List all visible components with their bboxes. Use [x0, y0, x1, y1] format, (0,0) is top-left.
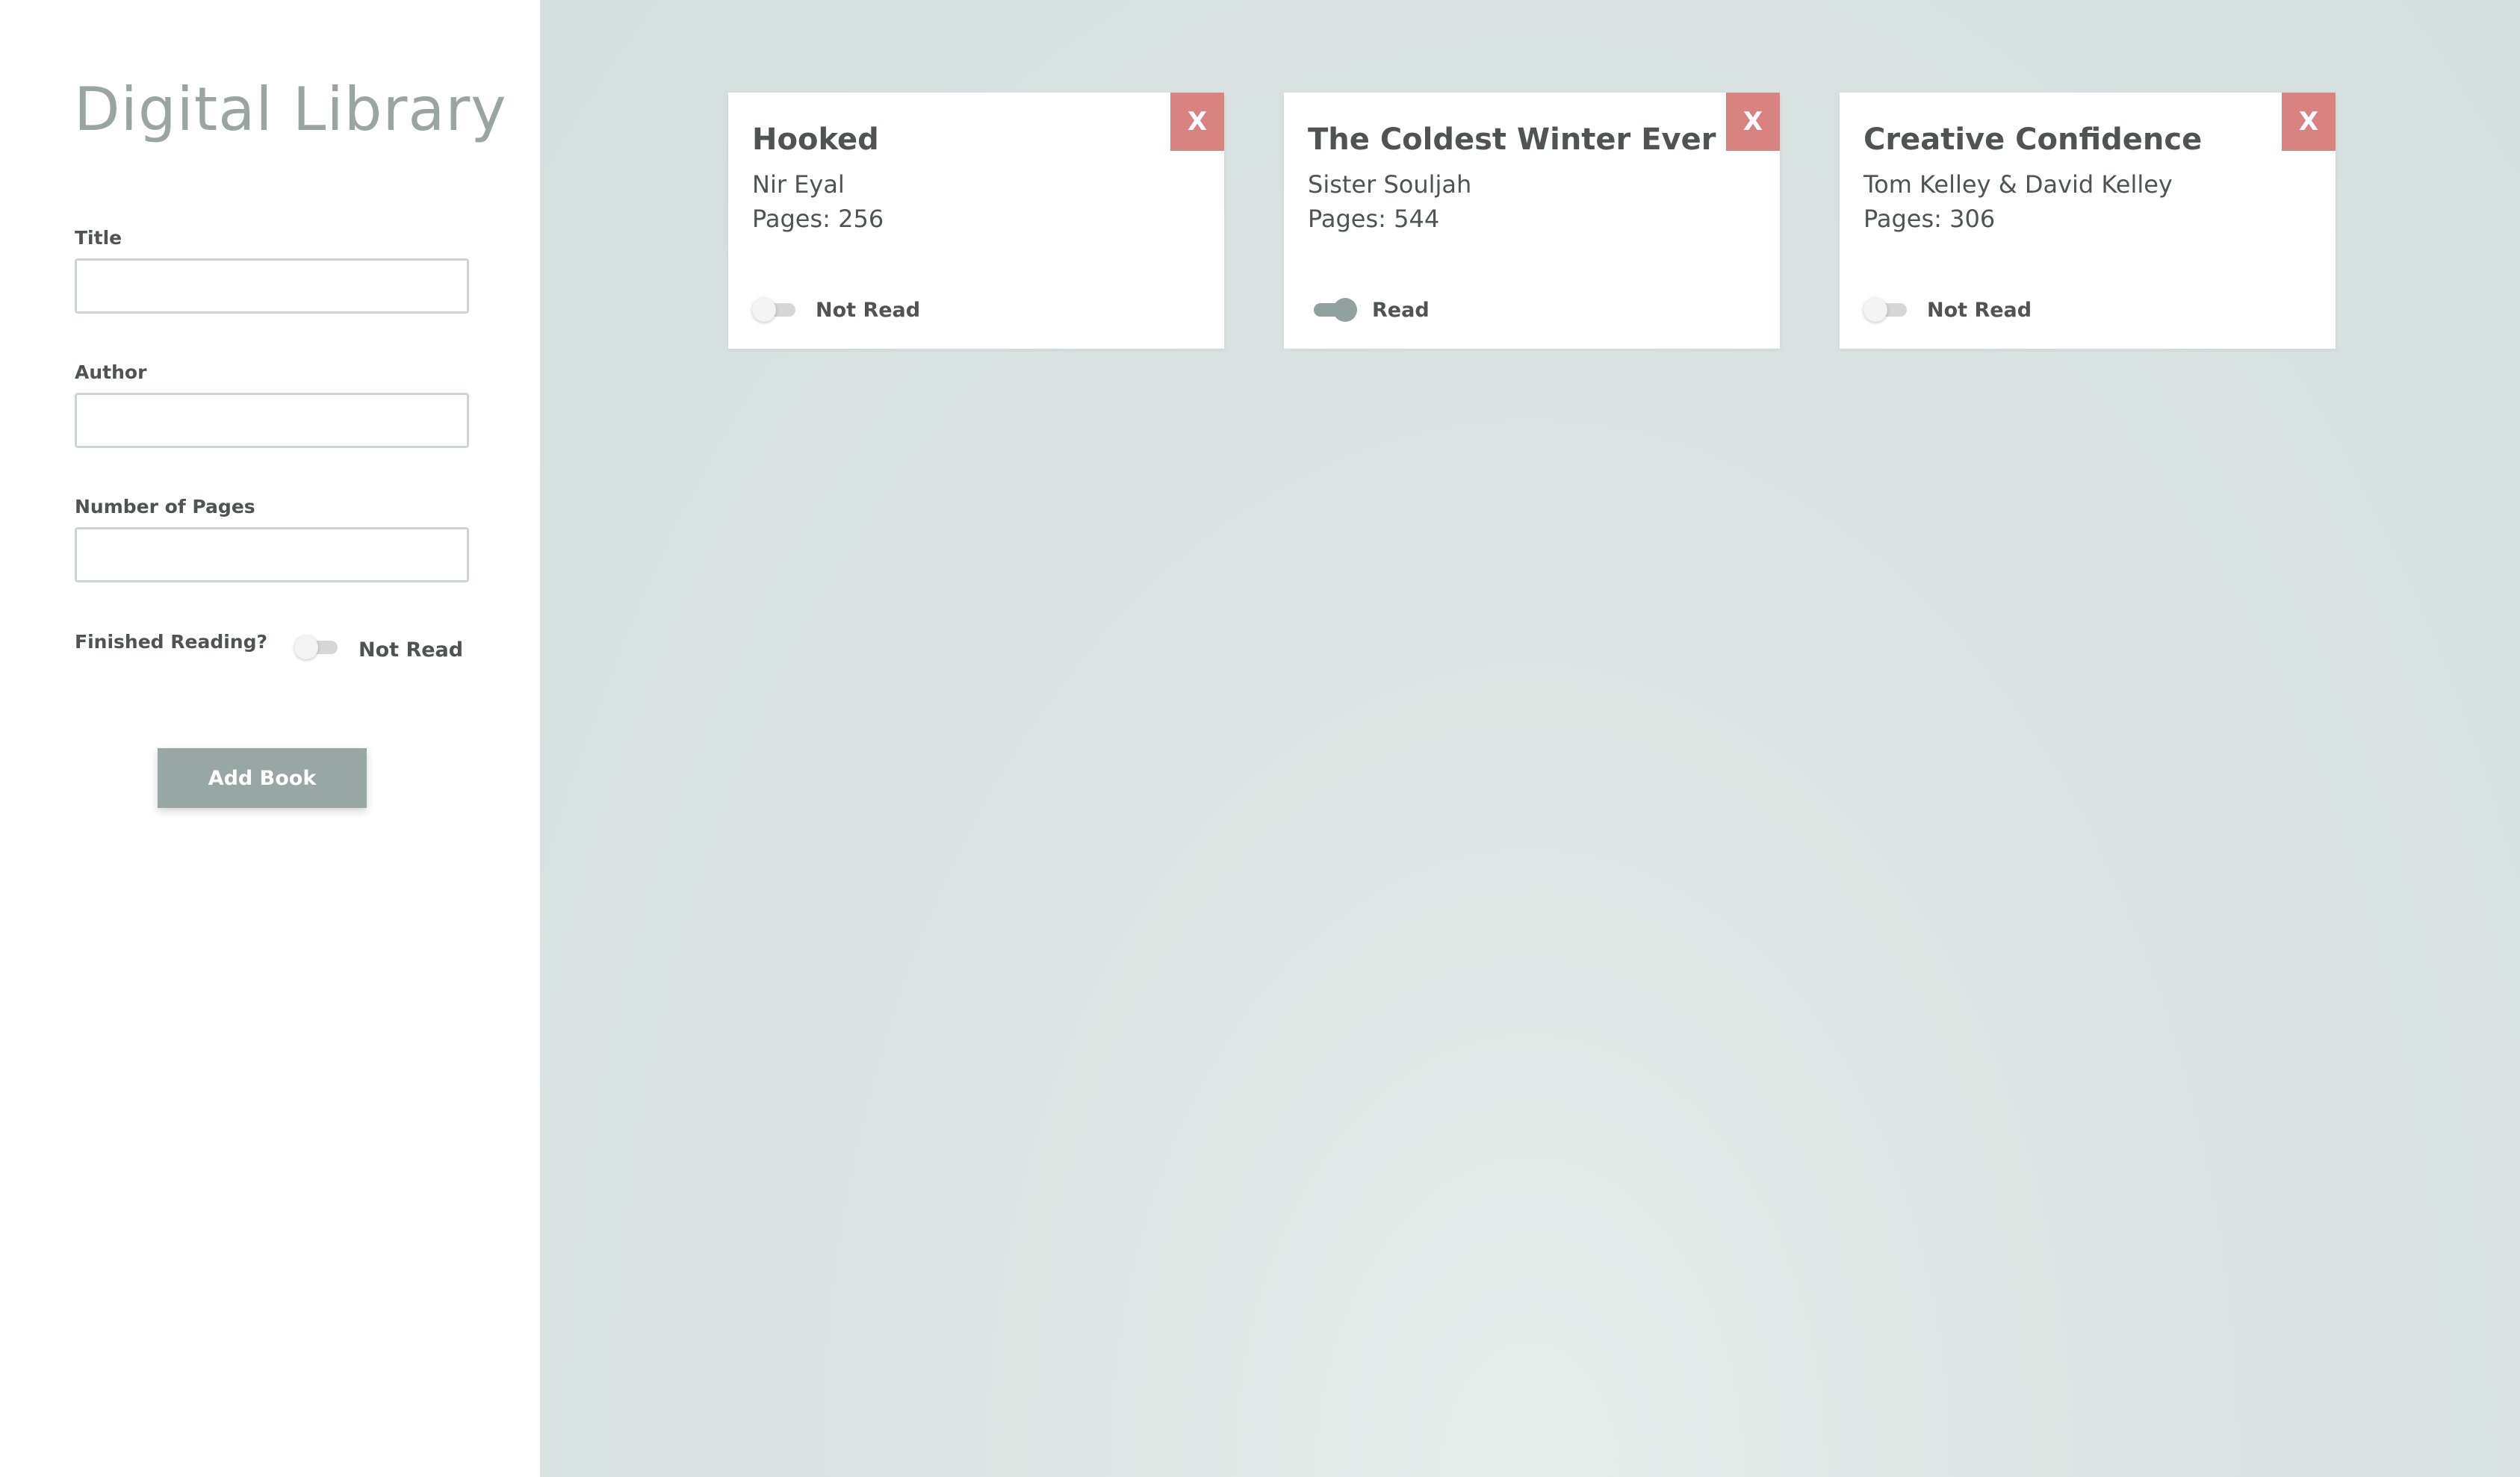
pages-input[interactable]: [75, 527, 469, 582]
book-title: Hooked: [752, 122, 879, 157]
title-input[interactable]: [75, 258, 469, 314]
add-book-button[interactable]: Add Book: [158, 748, 367, 808]
delete-book-button[interactable]: X: [1726, 93, 1780, 151]
read-status-toggle[interactable]: [1308, 296, 1357, 323]
finished-reading-status: Not Read: [359, 638, 464, 662]
book-pages: Pages: 544: [1308, 205, 1440, 233]
read-status-toggle[interactable]: [752, 296, 801, 323]
author-input[interactable]: [75, 393, 469, 448]
book-author: Nir Eyal: [752, 170, 845, 199]
pages-label: Number of Pages: [75, 496, 255, 517]
sidebar: Digital Library Title Author Number of P…: [0, 0, 540, 1477]
read-status-toggle[interactable]: [1863, 296, 1913, 323]
toggle-knob: [294, 635, 318, 659]
delete-book-button[interactable]: X: [1170, 93, 1224, 151]
finished-reading-toggle[interactable]: [294, 633, 344, 660]
read-status-label: Not Read: [1927, 299, 2032, 322]
title-label: Title: [75, 227, 122, 249]
app-title: Digital Library: [74, 75, 507, 144]
book-grid: X Hooked Nir Eyal Pages: 256 Not Read X …: [540, 0, 2520, 1477]
book-card: X Hooked Nir Eyal Pages: 256 Not Read: [728, 93, 1224, 349]
toggle-knob: [752, 298, 776, 322]
book-card: X The Coldest Winter Ever Sister Souljah…: [1284, 93, 1780, 349]
read-status-label: Not Read: [816, 299, 921, 322]
book-card: X Creative Confidence Tom Kelley & David…: [1840, 93, 2336, 349]
toggle-knob: [1863, 298, 1887, 322]
read-status-label: Read: [1372, 299, 1430, 322]
toggle-knob: [1333, 298, 1357, 322]
book-author: Sister Souljah: [1308, 170, 1472, 199]
book-pages: Pages: 306: [1863, 205, 1996, 233]
book-author: Tom Kelley & David Kelley: [1863, 170, 2173, 199]
author-label: Author: [75, 361, 147, 383]
book-title: Creative Confidence: [1863, 122, 2203, 157]
delete-book-button[interactable]: X: [2282, 93, 2336, 151]
book-title: The Coldest Winter Ever: [1308, 122, 1716, 157]
book-pages: Pages: 256: [752, 205, 884, 233]
finished-reading-label: Finished Reading?: [75, 631, 267, 653]
